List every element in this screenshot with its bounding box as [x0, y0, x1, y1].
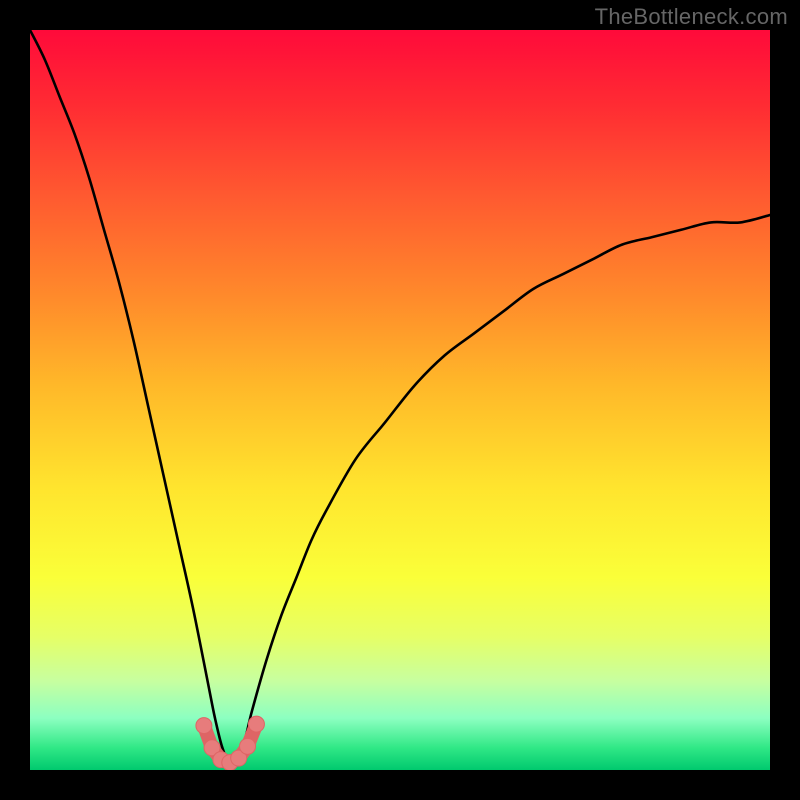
deviation-curve [30, 30, 770, 763]
optimum-marker [240, 738, 256, 754]
optimum-markers [196, 716, 265, 770]
chart-frame: TheBottleneck.com [0, 0, 800, 800]
optimum-marker [196, 718, 212, 734]
plot-area [30, 30, 770, 770]
watermark-text: TheBottleneck.com [595, 4, 788, 30]
optimum-marker [248, 716, 264, 732]
curve-layer [30, 30, 770, 770]
